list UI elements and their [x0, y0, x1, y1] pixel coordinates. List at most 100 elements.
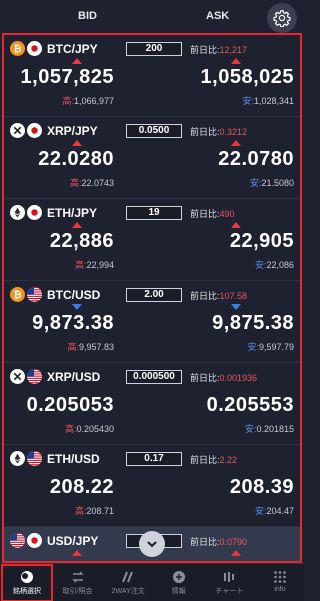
daily-change: 前日比:0.0790 — [190, 535, 247, 548]
ask-low: 安:204.47 — [255, 504, 294, 517]
high-label: 高: — [69, 178, 82, 188]
tab-label: チャート — [215, 588, 244, 595]
bid-price[interactable]: 22,886 — [50, 230, 114, 253]
tab-rate-list[interactable]: 銘柄選択 — [1, 564, 53, 601]
daily-change: 前日比:107.58 — [190, 289, 247, 302]
bid-column-header: BID — [78, 10, 97, 22]
grid-icon — [273, 570, 287, 584]
tab-two-way[interactable]: 2WAY注文 — [102, 564, 154, 601]
low-value: 9,597.79 — [258, 342, 294, 352]
daily-change: 前日比:490 — [190, 207, 235, 220]
tab-news[interactable]: 情報 — [153, 564, 205, 601]
high-label: 高: — [67, 342, 79, 352]
ask-up-arrow-icon — [231, 222, 241, 228]
bid-high: 高:0.205430 — [65, 422, 114, 435]
ask-up-arrow-icon — [231, 140, 241, 146]
bid-down-arrow-icon — [72, 304, 82, 310]
ask-up-arrow-icon — [231, 550, 241, 556]
bid-price[interactable]: 1,057,825 — [21, 66, 114, 89]
daily-change: 前日比:0.001936 — [190, 371, 257, 384]
ask-price[interactable]: 1,058,025 — [201, 66, 294, 89]
daily-change: 前日比:12,217 — [190, 43, 247, 56]
ripple-icon — [10, 123, 25, 138]
chart-icon — [222, 570, 236, 584]
high-value: 208.71 — [86, 506, 114, 516]
rate-row-btc-usd[interactable]: ₿ BTC/USD 2.00 前日比:107.58 9,873.38 9,875… — [4, 281, 300, 363]
ask-low: 安:1,028,341 — [242, 94, 294, 107]
pair-name: BTC/USD — [47, 288, 101, 302]
ask-column-header: ASK — [206, 10, 230, 22]
high-label: 高: — [62, 96, 74, 106]
spread-box: 0.000500 — [126, 370, 182, 384]
settings-button[interactable] — [267, 3, 297, 33]
rate-row-btc-jpy[interactable]: ₿ BTC/JPY 200 前日比:12,217 1,057,825 1,058… — [4, 35, 300, 117]
low-label: 安: — [254, 260, 267, 270]
ask-price[interactable]: 22,905 — [230, 230, 294, 253]
low-value: 21.5080 — [261, 178, 294, 188]
ask-price[interactable]: 9,875.38 — [212, 312, 294, 335]
daily-change-label: 前日比: — [190, 455, 220, 465]
svg-text:₿: ₿ — [13, 289, 21, 301]
daily-change-value: 0.3212 — [219, 127, 248, 137]
bottom-tab-bar: 銘柄選択 取引/照会 2WAY注文 情報 チャート info — [0, 563, 304, 601]
high-value: 9,957.83 — [78, 342, 114, 352]
trade-icon — [71, 570, 85, 584]
bid-price[interactable]: 22.0280 — [38, 148, 114, 171]
ask-low: 安:21.5080 — [250, 176, 294, 189]
bitcoin-icon: ₿ — [10, 287, 25, 302]
daily-change-value: 12,217 — [219, 45, 248, 55]
rate-row-xrp-jpy[interactable]: XRP/JPY 0.0500 前日比:0.3212 22.0280 22.078… — [4, 117, 300, 199]
bid-up-arrow-icon — [72, 222, 82, 228]
daily-change-value: 0.001936 — [219, 373, 258, 383]
daily-change-label: 前日比: — [190, 45, 220, 55]
ask-price[interactable]: 22.0780 — [218, 148, 294, 171]
pair-name: ETH/USD — [47, 452, 100, 466]
tab-label: 2WAY注文 — [111, 588, 145, 595]
daily-change-value: 490 — [219, 209, 235, 219]
daily-change-label: 前日比: — [190, 291, 220, 301]
ask-price[interactable]: 208.39 — [230, 476, 294, 499]
scroll-down-button[interactable] — [139, 531, 165, 557]
high-value: 22,994 — [86, 260, 114, 270]
ask-price[interactable]: 0.205553 — [207, 394, 294, 417]
daily-change-value: 0.0790 — [219, 537, 248, 547]
japan-flag-icon — [27, 123, 42, 138]
svg-text:₿: ₿ — [13, 43, 21, 55]
two-way-icon — [121, 570, 135, 584]
rate-row-xrp-usd[interactable]: XRP/USD 0.000500 前日比:0.001936 0.205053 0… — [4, 363, 300, 445]
us-flag-icon — [27, 287, 42, 302]
tab-label: info — [274, 586, 286, 593]
daily-change-value: 2.22 — [219, 455, 238, 465]
chevron-down-icon — [147, 541, 157, 548]
tab-grid[interactable]: info — [254, 564, 306, 601]
bid-high: 高:22,994 — [75, 258, 114, 271]
tab-chart[interactable]: チャート — [203, 564, 255, 601]
ripple-icon — [10, 369, 25, 384]
bid-high: 高:22.0743 — [70, 176, 114, 189]
spread-box: 19 — [126, 206, 182, 220]
spread-box: 0.0500 — [126, 124, 182, 138]
us-flag-icon — [27, 369, 42, 384]
news-icon — [172, 570, 186, 584]
high-value: 22.0743 — [81, 178, 114, 188]
rate-row-eth-jpy[interactable]: ETH/JPY 19 前日比:490 22,886 22,905 高:22,99… — [4, 199, 300, 281]
bid-price[interactable]: 9,873.38 — [32, 312, 114, 335]
spread-box: 2.00 — [126, 288, 182, 302]
daily-change-label: 前日比: — [190, 209, 220, 219]
low-label: 安: — [249, 178, 262, 188]
daily-change-value: 107.58 — [219, 291, 248, 301]
rate-row-eth-usd[interactable]: ETH/USD 0.17 前日比:2.22 208.22 208.39 高:20… — [4, 445, 300, 527]
bid-high: 高:208.71 — [75, 504, 114, 517]
tab-trade[interactable]: 取引/照会 — [52, 564, 104, 601]
bid-price[interactable]: 208.22 — [50, 476, 114, 499]
pair-name: XRP/JPY — [47, 124, 98, 138]
low-label: 安: — [242, 96, 254, 106]
ask-low: 安:0.201815 — [245, 422, 294, 435]
rate-list[interactable]: ₿ BTC/JPY 200 前日比:12,217 1,057,825 1,058… — [2, 33, 302, 563]
ethereum-icon — [10, 451, 25, 466]
high-label: 高: — [74, 260, 87, 270]
spread-box: 200 — [126, 42, 182, 56]
bid-price[interactable]: 0.205053 — [27, 394, 114, 417]
daily-change-label: 前日比: — [190, 537, 220, 547]
pair-name: BTC/JPY — [47, 42, 98, 56]
